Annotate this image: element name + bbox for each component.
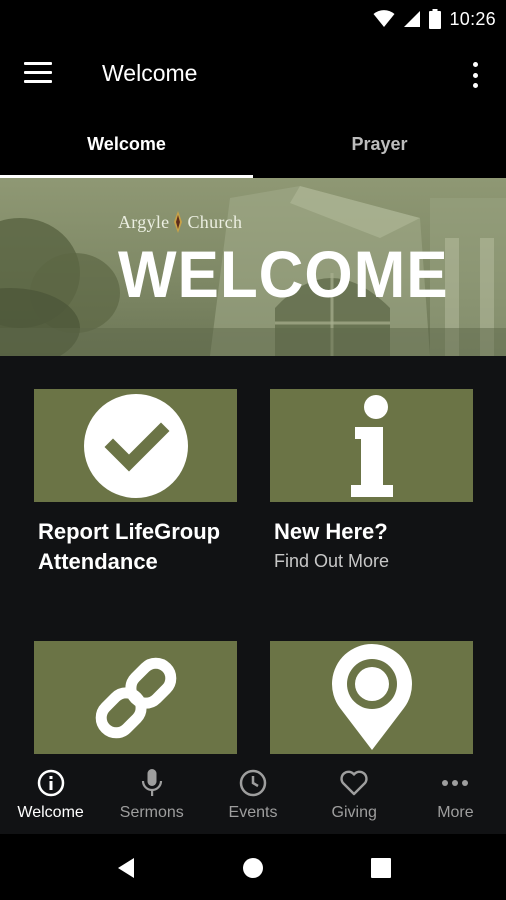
- tile-report-lifegroup[interactable]: Report LifeGroup Attendance: [34, 389, 237, 589]
- home-icon[interactable]: [241, 856, 265, 880]
- signal-icon: [404, 11, 421, 27]
- tab-welcome[interactable]: Welcome: [0, 110, 253, 178]
- recents-icon[interactable]: [369, 856, 393, 880]
- nav-more[interactable]: More: [405, 754, 506, 834]
- bottom-nav: Welcome Sermons Events Giving More: [0, 754, 506, 834]
- more-vert-icon[interactable]: [466, 62, 484, 88]
- nav-label: Giving: [331, 804, 377, 821]
- tile-image: [34, 389, 237, 502]
- tile-image: [34, 641, 237, 754]
- nav-label: Welcome: [17, 804, 84, 821]
- nav-label: More: [437, 804, 474, 821]
- status-icons: 10:26: [373, 8, 496, 30]
- tile-image: [270, 389, 473, 502]
- clock-icon: [238, 768, 268, 798]
- nav-sermons[interactable]: Sermons: [101, 754, 202, 834]
- back-icon[interactable]: [114, 856, 138, 880]
- nav-giving[interactable]: Giving: [304, 754, 405, 834]
- app-bar: Welcome: [0, 38, 506, 110]
- tile-location[interactable]: [270, 641, 473, 754]
- tile-subtitle: Find Out More: [274, 551, 390, 571]
- tab-prayer[interactable]: Prayer: [253, 110, 506, 178]
- info-circle-icon: [36, 768, 66, 798]
- hero-banner: Argyle Church WELCOME: [0, 178, 506, 356]
- logo-text-right: Church: [187, 211, 243, 232]
- tile-links[interactable]: [34, 641, 237, 754]
- map-pin-icon: [331, 643, 412, 750]
- nav-events[interactable]: Events: [202, 754, 303, 834]
- tile-image: [270, 641, 473, 754]
- battery-icon: [429, 9, 442, 29]
- more-horiz-icon: [440, 768, 470, 798]
- tile-title: Report LifeGroup Attendance: [38, 519, 221, 574]
- page-title: Welcome: [102, 60, 198, 86]
- tiles-grid: Report LifeGroup Attendance New Here? Fi…: [0, 356, 506, 754]
- link-icon: [95, 657, 176, 738]
- church-logo: Argyle Church: [118, 211, 242, 233]
- nav-label: Sermons: [119, 804, 184, 821]
- hamburger-menu-icon[interactable]: [24, 62, 54, 86]
- checkmark-circle-icon: [83, 393, 188, 498]
- nav-welcome[interactable]: Welcome: [0, 754, 101, 834]
- status-bar: 10:26: [0, 0, 506, 38]
- wifi-icon: [373, 10, 395, 27]
- tab-bar: Welcome Prayer: [0, 110, 506, 178]
- hero-title: WELCOME: [118, 237, 449, 311]
- nav-label: Events: [228, 804, 278, 821]
- status-time: 10:26: [449, 8, 496, 29]
- logo-mark-icon: [174, 211, 183, 233]
- microphone-icon: [137, 768, 167, 798]
- heart-icon: [339, 768, 369, 798]
- tile-title: New Here?: [274, 519, 388, 544]
- info-icon: [350, 394, 393, 497]
- tile-new-here[interactable]: New Here? Find Out More: [270, 389, 473, 609]
- system-nav-bar: [0, 834, 506, 900]
- logo-text-left: Argyle: [118, 211, 170, 232]
